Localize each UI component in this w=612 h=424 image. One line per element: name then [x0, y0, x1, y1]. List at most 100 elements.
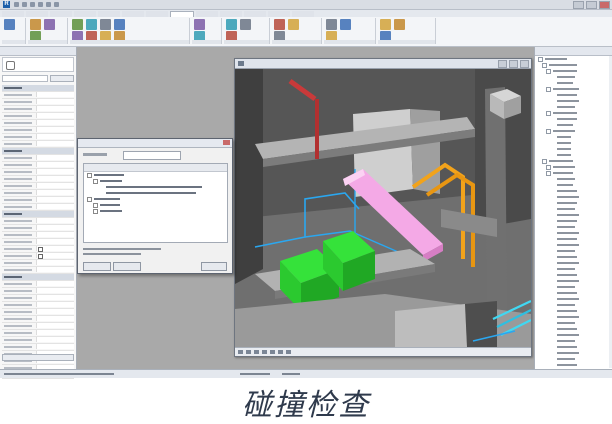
- type-selector[interactable]: [2, 57, 74, 72]
- ribbon-group-label: [378, 40, 435, 44]
- property-section-header[interactable]: [2, 148, 74, 155]
- instance-filter-dropdown[interactable]: [2, 75, 48, 82]
- property-value[interactable]: [36, 169, 74, 174]
- property-value[interactable]: [36, 141, 74, 146]
- save-icon[interactable]: [22, 2, 27, 7]
- hide-icon[interactable]: [240, 19, 251, 30]
- property-value[interactable]: [36, 99, 74, 104]
- property-row: [2, 337, 74, 344]
- property-value[interactable]: [36, 344, 74, 349]
- property-value[interactable]: [36, 232, 74, 237]
- paste-icon[interactable]: [44, 19, 55, 30]
- property-value[interactable]: [36, 134, 74, 139]
- property-value[interactable]: [36, 281, 74, 286]
- property-label: [4, 108, 32, 110]
- property-value[interactable]: [36, 190, 74, 195]
- array-icon[interactable]: [114, 19, 125, 30]
- property-value[interactable]: [36, 267, 74, 272]
- property-checkbox[interactable]: [38, 254, 43, 259]
- clash-icon[interactable]: [326, 19, 337, 30]
- property-value[interactable]: [36, 176, 74, 181]
- property-section-header[interactable]: [2, 274, 74, 281]
- create-icon[interactable]: [226, 19, 237, 30]
- property-section-header[interactable]: [2, 85, 74, 92]
- trim-icon[interactable]: [100, 19, 111, 30]
- sun-path-icon[interactable]: [262, 350, 267, 354]
- property-value[interactable]: [36, 225, 74, 230]
- property-value[interactable]: [36, 127, 74, 132]
- settings-icon[interactable]: [288, 19, 299, 30]
- dialog-close-button[interactable]: [223, 140, 230, 145]
- browser-tree-item[interactable]: [535, 362, 612, 368]
- open-icon[interactable]: [14, 2, 19, 7]
- property-value[interactable]: [36, 260, 74, 265]
- property-value[interactable]: [36, 113, 74, 118]
- select-icon[interactable]: [4, 19, 15, 30]
- property-label: [4, 185, 32, 187]
- expand-toggle-icon[interactable]: [93, 209, 98, 214]
- mirror-icon[interactable]: [86, 19, 97, 30]
- property-value[interactable]: [36, 288, 74, 293]
- property-value[interactable]: [36, 106, 74, 111]
- close-button[interactable]: [599, 1, 610, 9]
- hide-elements-icon[interactable]: [286, 350, 291, 354]
- property-value[interactable]: [36, 295, 74, 300]
- minimize-button[interactable]: [573, 1, 584, 9]
- property-label: [4, 227, 32, 229]
- shadows-icon[interactable]: [270, 350, 275, 354]
- edit-type-button[interactable]: [50, 75, 74, 82]
- scale-icon[interactable]: [238, 350, 243, 354]
- property-checkbox[interactable]: [38, 247, 43, 252]
- model-3d-scene[interactable]: [235, 69, 531, 347]
- property-value[interactable]: [36, 239, 74, 244]
- property-row: [2, 260, 74, 267]
- property-value[interactable]: [36, 204, 74, 209]
- ribbon-group: [378, 18, 436, 44]
- redo-icon[interactable]: [38, 2, 43, 7]
- property-value[interactable]: [36, 323, 74, 328]
- export-button[interactable]: [113, 262, 141, 271]
- view-close-button[interactable]: [520, 60, 529, 68]
- maximize-button[interactable]: [586, 1, 597, 9]
- property-value[interactable]: [36, 337, 74, 342]
- measure-icon[interactable]: [194, 19, 205, 30]
- clipboard-icon[interactable]: [30, 19, 41, 30]
- visual-style-icon[interactable]: [254, 350, 259, 354]
- browser-item-label: [553, 88, 579, 90]
- view-icon[interactable]: [274, 19, 285, 30]
- view-maximize-button[interactable]: [509, 60, 518, 68]
- property-row: [2, 155, 74, 162]
- detail-level-icon[interactable]: [246, 350, 251, 354]
- show-button[interactable]: [83, 262, 111, 271]
- property-value[interactable]: [36, 218, 74, 223]
- grouping-dropdown[interactable]: [123, 151, 181, 160]
- link-icon[interactable]: [340, 19, 351, 30]
- view-3d-icon: [238, 61, 244, 66]
- property-section-header[interactable]: [2, 211, 74, 218]
- app-logo[interactable]: R: [3, 1, 10, 8]
- property-value[interactable]: [36, 155, 74, 160]
- browser-item-label: [557, 244, 579, 246]
- property-value[interactable]: [36, 309, 74, 314]
- close-dialog-button[interactable]: [201, 262, 227, 271]
- copy-icon[interactable]: [72, 19, 83, 30]
- apply-button[interactable]: [2, 354, 74, 361]
- property-value[interactable]: [36, 183, 74, 188]
- property-value[interactable]: [36, 316, 74, 321]
- crop-icon[interactable]: [278, 350, 283, 354]
- property-value[interactable]: [36, 302, 74, 307]
- print-icon[interactable]: [46, 2, 51, 7]
- property-value[interactable]: [36, 92, 74, 97]
- property-value[interactable]: [36, 197, 74, 202]
- status-segment: [240, 373, 270, 375]
- undo-icon[interactable]: [30, 2, 35, 7]
- measure-icon[interactable]: [54, 2, 59, 7]
- property-value[interactable]: [36, 330, 74, 335]
- clash-tree-row[interactable]: [84, 208, 227, 214]
- duct-icon[interactable]: [380, 19, 391, 30]
- connector-icon[interactable]: [394, 19, 405, 30]
- property-value[interactable]: [36, 120, 74, 125]
- property-value[interactable]: [36, 162, 74, 167]
- property-label: [4, 262, 32, 264]
- view-minimize-button[interactable]: [498, 60, 507, 68]
